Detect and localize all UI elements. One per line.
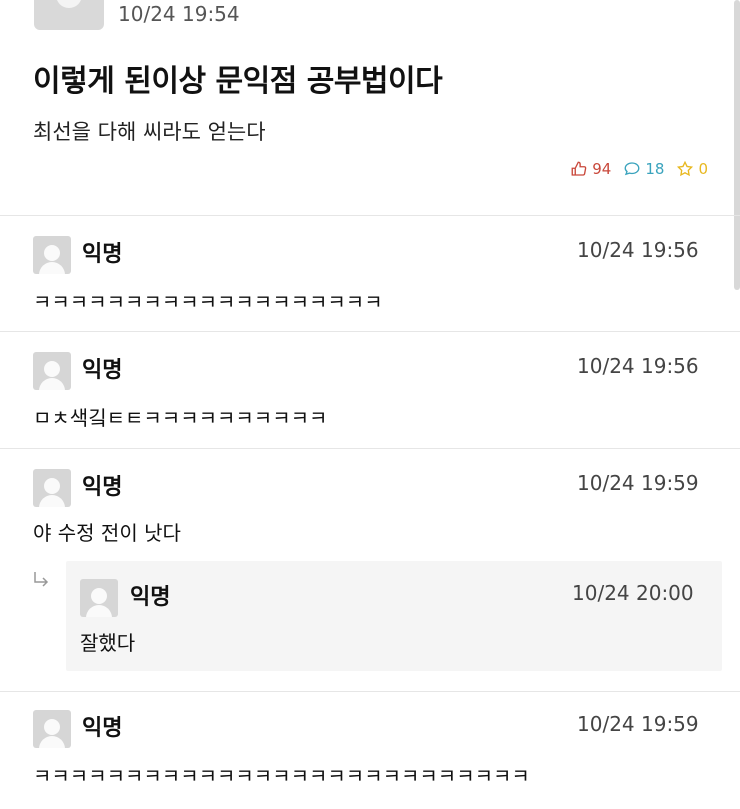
comment-time: 10/24 19:59 bbox=[577, 471, 699, 495]
comment-count-value: 18 bbox=[645, 160, 665, 178]
star-icon bbox=[677, 160, 694, 177]
like-count[interactable]: 94 bbox=[570, 160, 611, 178]
comment-text: 야 수정 전이 낫다 bbox=[33, 521, 181, 545]
post-body: 최선을 다해 씨라도 얻는다 bbox=[33, 120, 266, 144]
reply-time: 10/24 20:00 bbox=[572, 581, 694, 605]
scrap-count-value: 0 bbox=[698, 160, 708, 178]
comment: 익명 10/24 19:56 ㅁㅊ색깈ㅌㅌㅋㅋㅋㅋㅋㅋㅋㅋㅋㅋ bbox=[0, 332, 740, 449]
thumbs-up-icon bbox=[571, 161, 587, 176]
comment: 익명 10/24 19:59 ㅋㅋㅋㅋㅋㅋㅋㅋㅋㅋㅋㅋㅋㅋㅋㅋㅋㅋㅋㅋㅋㅋㅋㅋㅋ… bbox=[0, 692, 740, 809]
comment-author: 익명 bbox=[82, 358, 123, 383]
avatar bbox=[33, 469, 71, 507]
comment-time: 10/24 19:56 bbox=[577, 354, 699, 378]
post-stats: 94 18 0 bbox=[570, 160, 708, 178]
comment-count[interactable]: 18 bbox=[623, 160, 664, 178]
comment: 익명 10/24 19:56 ㅋㅋㅋㅋㅋㅋㅋㅋㅋㅋㅋㅋㅋㅋㅋㅋㅋㅋㅋ bbox=[0, 216, 740, 332]
avatar bbox=[33, 710, 71, 748]
avatar bbox=[80, 579, 118, 617]
avatar bbox=[33, 352, 71, 390]
scrap-count[interactable]: 0 bbox=[676, 160, 708, 178]
comment-text: ㅋㅋㅋㅋㅋㅋㅋㅋㅋㅋㅋㅋㅋㅋㅋㅋㅋㅋㅋㅋㅋㅋㅋㅋㅋㅋㅋ bbox=[33, 764, 530, 788]
comment-author: 익명 bbox=[82, 242, 123, 267]
comment: 익명 10/24 19:59 야 수정 전이 낫다 익명 10/24 20:00… bbox=[0, 449, 740, 692]
reply: 익명 10/24 20:00 잘했다 bbox=[66, 561, 722, 671]
comment-time: 10/24 19:56 bbox=[577, 238, 699, 262]
comment-text: ㅁㅊ색깈ㅌㅌㅋㅋㅋㅋㅋㅋㅋㅋㅋㅋ bbox=[33, 406, 328, 430]
comment-time: 10/24 19:59 bbox=[577, 712, 699, 736]
reply-text: 잘했다 bbox=[80, 631, 136, 655]
reply-author: 익명 bbox=[130, 585, 171, 610]
speech-bubble-icon bbox=[624, 162, 640, 176]
post: 10/24 19:54 이렇게 된이상 문익점 공부법이다 최선을 다해 씨라도… bbox=[0, 0, 740, 216]
comment-text: ㅋㅋㅋㅋㅋㅋㅋㅋㅋㅋㅋㅋㅋㅋㅋㅋㅋㅋㅋ bbox=[33, 290, 383, 314]
post-title: 이렇게 된이상 문익점 공부법이다 bbox=[33, 64, 443, 99]
like-count-value: 94 bbox=[592, 160, 612, 178]
comment-author: 익명 bbox=[82, 475, 123, 500]
comment-author: 익명 bbox=[82, 716, 123, 741]
avatar bbox=[33, 236, 71, 274]
reply-arrow-icon bbox=[34, 572, 49, 587]
post-time: 10/24 19:54 bbox=[118, 2, 240, 26]
avatar bbox=[34, 0, 104, 30]
